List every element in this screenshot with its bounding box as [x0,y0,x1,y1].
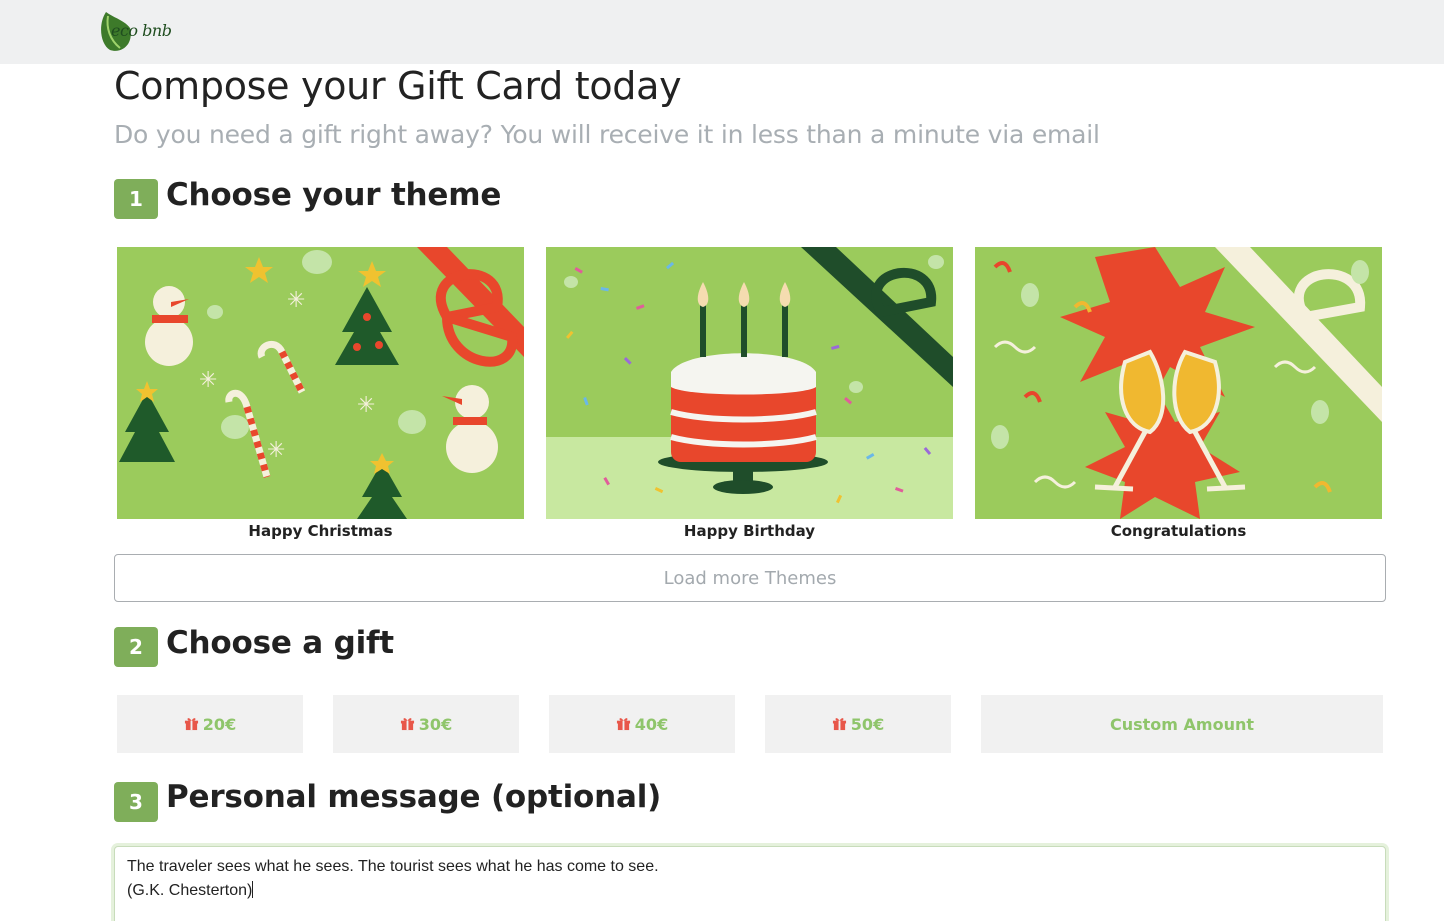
load-more-themes-button[interactable]: Load more Themes [114,554,1386,602]
gift-icon [616,717,630,730]
page-subtitle: Do you need a gift right away? You will … [114,120,1100,149]
gift-icon [832,717,846,730]
gift-20-label: 20€ [202,714,237,734]
step-1-badge: 1 [114,179,158,219]
gift-50-button[interactable]: 50€ [765,695,951,753]
svg-text:✳: ✳ [199,368,217,393]
gift-40-button[interactable]: 40€ [549,695,735,753]
gift-40-label: 40€ [634,714,669,734]
gift-30-label: 30€ [418,714,453,734]
congratulations-theme-image [975,247,1382,519]
gift-30-button[interactable]: 30€ [333,695,519,753]
step-3-badge: 3 [114,782,158,822]
page-title: Compose your Gift Card today [114,64,682,108]
gift-20-button[interactable]: 20€ [117,695,303,753]
svg-text:✳: ✳ [267,438,285,463]
theme-label-congratulations: Congratulations [1110,522,1247,540]
message-line-2: (G.K. Chesterton) [127,882,253,899]
birthday-theme-image [546,247,953,519]
gift-icon [400,717,414,730]
step-3-title: Personal message (optional) [166,779,662,815]
theme-label-christmas: Happy Christmas [248,522,393,540]
personal-message-textarea[interactable]: The traveler sees what he sees. The tour… [114,846,1386,921]
christmas-theme-image: ✳ ✳ ✳ ✳ [117,247,524,519]
text-caret [252,881,254,898]
step-2-title: Choose a gift [166,625,394,661]
theme-card-congratulations[interactable]: Congratulations [975,247,1382,540]
gift-icon [184,717,198,730]
gift-50-label: 50€ [850,714,885,734]
custom-amount-button[interactable]: Custom Amount [981,695,1383,753]
theme-card-birthday[interactable]: Happy Birthday [546,247,953,540]
theme-label-birthday: Happy Birthday [683,522,816,540]
step-1-title: Choose your theme [166,177,502,213]
top-navigation-bar: eco bnb [0,0,1444,64]
svg-text:✳: ✳ [287,288,305,313]
message-line-1: The traveler sees what he sees. The tour… [127,858,659,875]
theme-card-christmas[interactable]: ✳ ✳ ✳ ✳ Happy Christmas [117,247,524,540]
svg-text:✳: ✳ [357,393,375,418]
logo-text[interactable]: eco bnb [111,21,172,40]
step-2-badge: 2 [114,627,158,667]
